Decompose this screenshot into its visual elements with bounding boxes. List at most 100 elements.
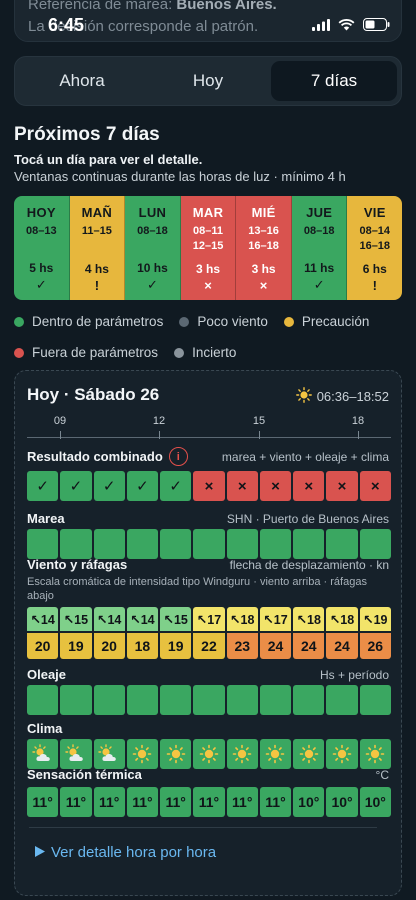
legend-in: Dentro de parámetros (14, 314, 163, 329)
combined-cell: ✓ (126, 471, 159, 501)
wind-gust-cell: 20 (27, 633, 59, 659)
day-hours: 3 hs (196, 262, 221, 276)
tide-cell (93, 529, 125, 559)
day-1[interactable]: MAÑ 11–15 4 hs! (69, 196, 126, 300)
sun-icon (259, 739, 292, 769)
wind-gust-cell: 23 (226, 633, 258, 659)
tab-ahora[interactable]: Ahora (19, 61, 145, 101)
sun-icon (226, 739, 258, 769)
day-status-mark: ! (372, 278, 377, 293)
day-hours: 4 hs (84, 262, 109, 276)
sun-icon (126, 739, 159, 769)
feels-cell: 11° (226, 787, 258, 817)
day-4[interactable]: MIÉ 13–16 16–18 3 hs × (236, 196, 292, 300)
wind-speed-cell: ↖17 (259, 607, 292, 631)
combined-cell: × (359, 471, 391, 501)
waves-grid (27, 685, 391, 715)
sun-icon (326, 739, 358, 769)
play-triangle-icon (35, 844, 45, 861)
day-hours: 10 hs (137, 261, 168, 275)
day-hours: 5 hs (29, 261, 54, 275)
wind-header: Viento y ráfagas flecha de desplazamient… (27, 557, 389, 572)
waves-cell (359, 685, 391, 715)
legend-low: Poco viento (179, 314, 268, 329)
feels-cell: 11° (193, 787, 225, 817)
day-name: JUE (306, 205, 333, 220)
tab-hoy[interactable]: Hoy (145, 61, 271, 101)
wind-speed-cell: ↖14 (27, 607, 59, 631)
tide-cell (27, 529, 59, 559)
tide-cell (60, 529, 92, 559)
day-5[interactable]: JUE 08–18 11 hs ✓ (291, 196, 348, 300)
day-name: MAR (192, 205, 224, 220)
waves-cell (126, 685, 159, 715)
partly-cloudy-icon (27, 739, 59, 769)
feels-cell: 10° (359, 787, 391, 817)
sun-icon (193, 739, 225, 769)
wind-speed-cell: ↖15 (60, 607, 92, 631)
waves-cell (193, 685, 225, 715)
combined-cell: ✓ (27, 471, 59, 501)
day-range: 08–18 (137, 225, 168, 237)
feels-cell: 11° (160, 787, 192, 817)
wind-gust-cell: 20 (93, 633, 125, 659)
sun-icon (293, 739, 325, 769)
hourly-detail-label: Ver detalle hora por hora (51, 844, 217, 861)
sun-icon (295, 387, 312, 406)
tide-label: Marea (27, 511, 65, 526)
status-bar: 6:45 (0, 12, 416, 42)
wind-gust-cell: 24 (326, 633, 358, 659)
day-range: 08–11 12–15 (192, 225, 224, 252)
tide-meta: SHN · Puerto de Buenos Aires (226, 511, 389, 526)
gray-dot-icon (179, 316, 190, 327)
wifi-icon (338, 18, 355, 36)
tide-header: Marea SHN · Puerto de Buenos Aires (27, 511, 389, 526)
day-3[interactable]: MAR 08–11 12–15 3 hs × (180, 196, 237, 300)
sun-icon (359, 739, 391, 769)
legend-out: Fuera de parámetros (14, 345, 158, 360)
waves-cell (259, 685, 292, 715)
week-hint: Tocá un día para ver el detalle. (14, 152, 203, 167)
hour-timeline: 09 12 15 18 (27, 415, 391, 445)
waves-cell (93, 685, 125, 715)
view-tabs: Ahora Hoy 7 días (14, 56, 402, 106)
yellow-dot-icon (283, 316, 294, 327)
feels-cell: 11° (27, 787, 59, 817)
day-name: VIE (363, 205, 386, 220)
wind-speed-cell: ↖18 (326, 607, 358, 631)
day-status-mark: ✓ (146, 277, 158, 292)
day-status-mark: ! (94, 278, 100, 293)
combined-cell: ✓ (160, 471, 192, 501)
combined-grid: ✓ ✓ ✓ ✓ ✓ × × × × × × (27, 471, 391, 501)
hourly-detail-link[interactable]: Ver detalle hora por hora (35, 844, 216, 861)
sun-icon (160, 739, 192, 769)
feels-cell: 11° (259, 787, 292, 817)
wind-speed-cell: ↖14 (126, 607, 159, 631)
wind-gust-grid: 20 19 20 18 19 22 23 24 24 24 26 (27, 633, 391, 659)
info-icon[interactable]: i (168, 447, 188, 466)
waves-label: Oleaje (27, 667, 67, 682)
today-title: Hoy · Sábado 26 (27, 385, 160, 404)
day-name: LUN (138, 205, 167, 220)
waves-cell (27, 685, 59, 715)
day-6[interactable]: VIE 08–14 16–18 6 hs! (347, 196, 402, 300)
combined-header: Resultado combinado i marea + viento + o… (27, 447, 389, 466)
day-range: 13–16 16–18 (248, 225, 279, 252)
divider (29, 827, 377, 828)
day-range: 08–14 16–18 (359, 225, 391, 252)
waves-cell (293, 685, 325, 715)
wind-speed-cell: ↖18 (226, 607, 258, 631)
day-range: 08–18 (303, 225, 335, 237)
wind-gust-cell: 24 (293, 633, 325, 659)
day-status-mark: × (204, 278, 212, 293)
feels-cell: 11° (126, 787, 159, 817)
day-2[interactable]: LUN 08–18 10 hs ✓ (125, 196, 181, 300)
feels-cell: 11° (93, 787, 125, 817)
day-0[interactable]: HOY 08–13 5 hs ✓ (14, 196, 70, 300)
tide-cell (326, 529, 358, 559)
day-range: 11–15 (81, 225, 112, 237)
tab-7-dias[interactable]: 7 días (271, 61, 397, 101)
green-dot-icon (14, 316, 24, 327)
combined-label: Resultado combinado (27, 449, 163, 464)
combined-cell: ✓ (93, 471, 125, 501)
